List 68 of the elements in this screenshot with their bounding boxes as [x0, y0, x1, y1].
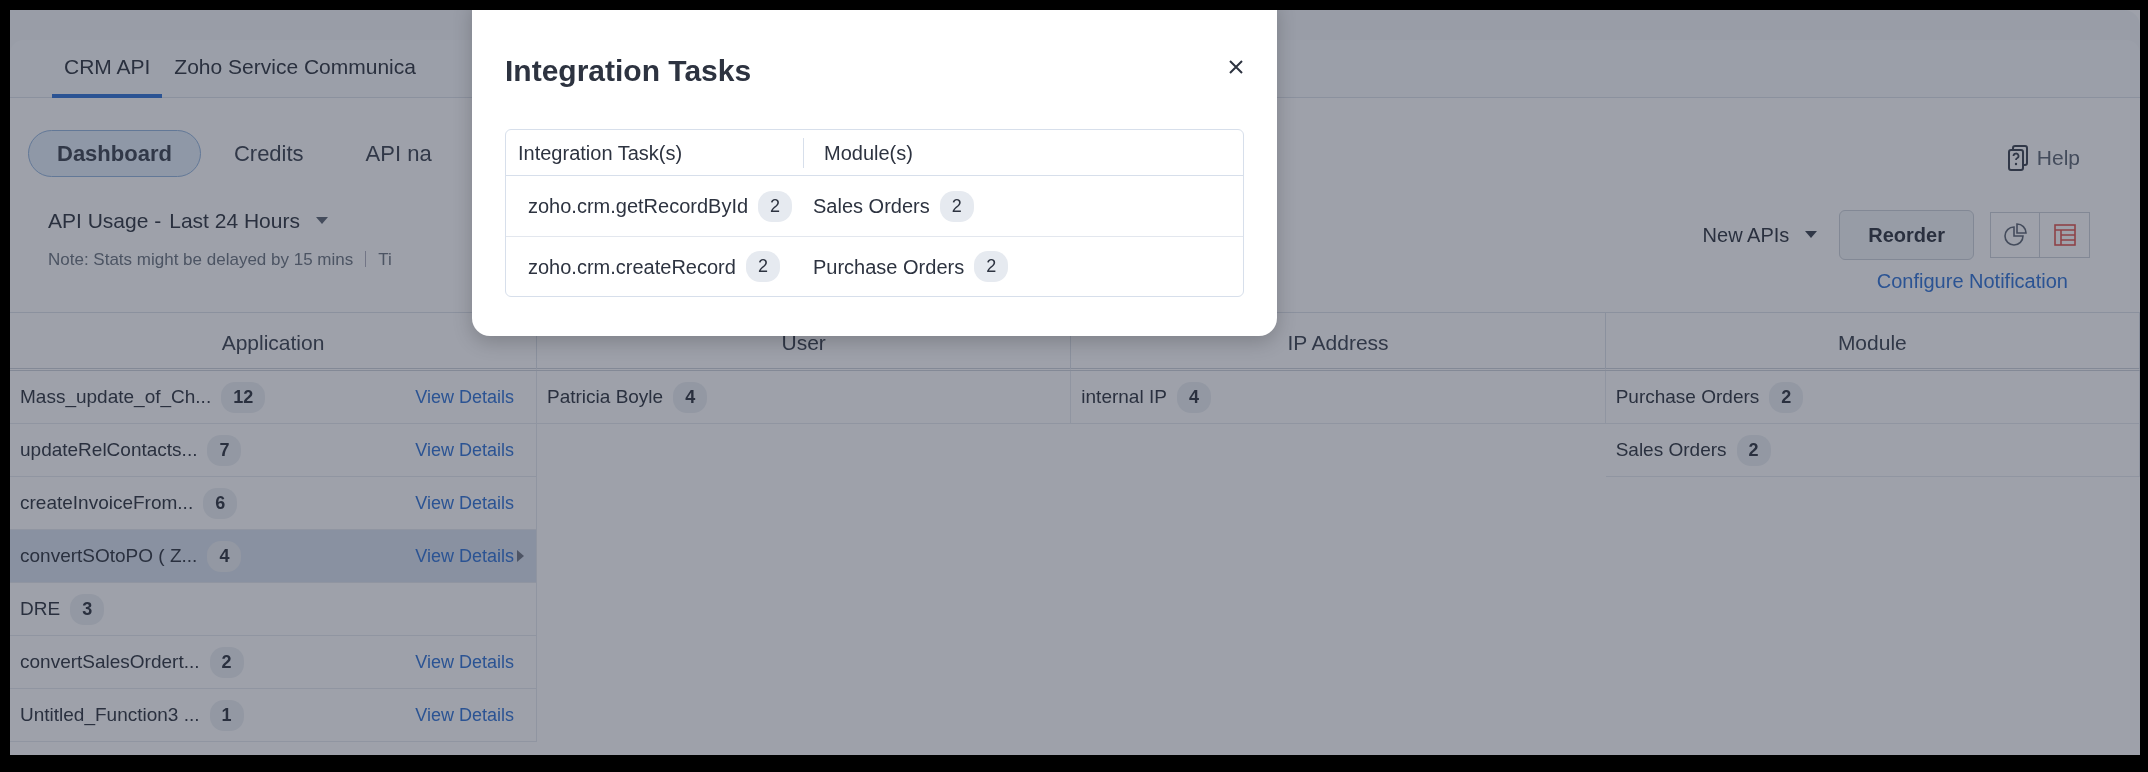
- count-badge: 4: [673, 381, 708, 413]
- sub-tab[interactable]: API na: [336, 130, 461, 177]
- column-header: Module(s): [823, 140, 913, 166]
- view-details-link[interactable]: View Details: [415, 542, 524, 570]
- caret-right-icon: [517, 550, 524, 562]
- task-name: zoho.crm.getRecordById: [528, 194, 749, 219]
- tab[interactable]: CRM API: [52, 40, 163, 98]
- view-toggle[interactable]: [1990, 211, 2040, 258]
- column-header: Module: [1605, 313, 2140, 371]
- cell-text: createInvoiceFrom...: [20, 490, 194, 515]
- count-badge: 7: [207, 434, 242, 466]
- cell-text: convertSOtoPO ( Z...: [20, 543, 198, 568]
- cell-text: Mass_update_of_Ch...: [20, 384, 212, 410]
- table-row[interactable]: convertSOtoPO ( Z... 4 View Details: [10, 530, 537, 583]
- caret-icon: [1805, 231, 1818, 238]
- cell-text: DRE: [20, 596, 61, 621]
- count-badge: 2: [1736, 434, 1771, 466]
- note-text: Ti: [378, 248, 392, 271]
- cell-text: Purchase Orders: [1615, 384, 1760, 409]
- count-badge: 2: [209, 646, 244, 678]
- view-details-link[interactable]: View Details: [415, 489, 514, 517]
- count-badge: 2: [758, 190, 793, 222]
- cell-text: Sales Orders: [1615, 437, 1727, 462]
- close-icon: [1229, 59, 1243, 74]
- count-badge: 4: [207, 540, 242, 572]
- table-row[interactable]: updateRelContacts... 7 View Details: [10, 424, 537, 477]
- help-link[interactable]: Help: [2006, 142, 2080, 174]
- table-row[interactable]: Untitled_Function3 ... 1 View Details: [10, 689, 537, 742]
- count-badge: 12: [221, 381, 266, 413]
- view-details-link[interactable]: View Details: [415, 383, 514, 411]
- view-details-link[interactable]: View Details: [415, 648, 514, 676]
- view-toggle[interactable]: [2040, 211, 2090, 258]
- column-header: Integration Task(s): [506, 137, 804, 168]
- reorder-button[interactable]: Reorder: [1839, 209, 1974, 260]
- count-badge: 1: [209, 699, 244, 731]
- period-dropdown[interactable]: Last 24 Hours: [169, 205, 328, 237]
- module-name: Sales Orders: [813, 194, 930, 219]
- api-filter-dropdown[interactable]: New APIs: [1696, 218, 1824, 251]
- count-badge: 3: [70, 593, 105, 625]
- cell-text: internal IP: [1081, 384, 1167, 409]
- sub-tab[interactable]: Credits: [204, 130, 333, 177]
- task-name: zoho.crm.createRecord: [528, 254, 736, 280]
- dialog-title: Integration Tasks: [505, 53, 752, 89]
- count-badge: 2: [939, 190, 974, 222]
- count-badge: 2: [1769, 381, 1804, 413]
- table-row[interactable]: Mass_update_of_Ch... 12 View Details: [10, 371, 537, 424]
- usage-label: API Usage -: [48, 208, 162, 234]
- configure-notification-link[interactable]: Configure Notification: [1876, 265, 2068, 296]
- table-row[interactable]: DRE 3: [10, 583, 537, 636]
- tab[interactable]: Zoho Service Communica: [162, 40, 428, 98]
- count-badge: 2: [745, 251, 780, 282]
- view-details-link[interactable]: View Details: [415, 701, 514, 729]
- help-icon: [2006, 144, 2029, 171]
- cell-text: convertSalesOrdert...: [20, 649, 200, 674]
- view-details-link[interactable]: View Details: [415, 436, 514, 464]
- count-badge: 4: [1176, 381, 1211, 413]
- sub-tab[interactable]: Dashboard: [28, 130, 201, 177]
- caret-icon: [315, 217, 328, 225]
- module-name: Purchase Orders: [813, 254, 965, 280]
- note-text: Note: Stats might be delayed by 15 mins: [48, 248, 354, 271]
- count-badge: 6: [203, 487, 238, 519]
- cell-text: Untitled_Function3 ...: [20, 702, 200, 728]
- cell-text: updateRelContacts...: [20, 437, 198, 462]
- count-badge: 2: [974, 251, 1009, 282]
- pie-chart-icon: [2003, 222, 2027, 247]
- table-row[interactable]: convertSalesOrdert... 2 View Details: [10, 636, 537, 689]
- table-icon: [2052, 222, 2077, 247]
- cell-text: Patricia Boyle: [547, 384, 664, 409]
